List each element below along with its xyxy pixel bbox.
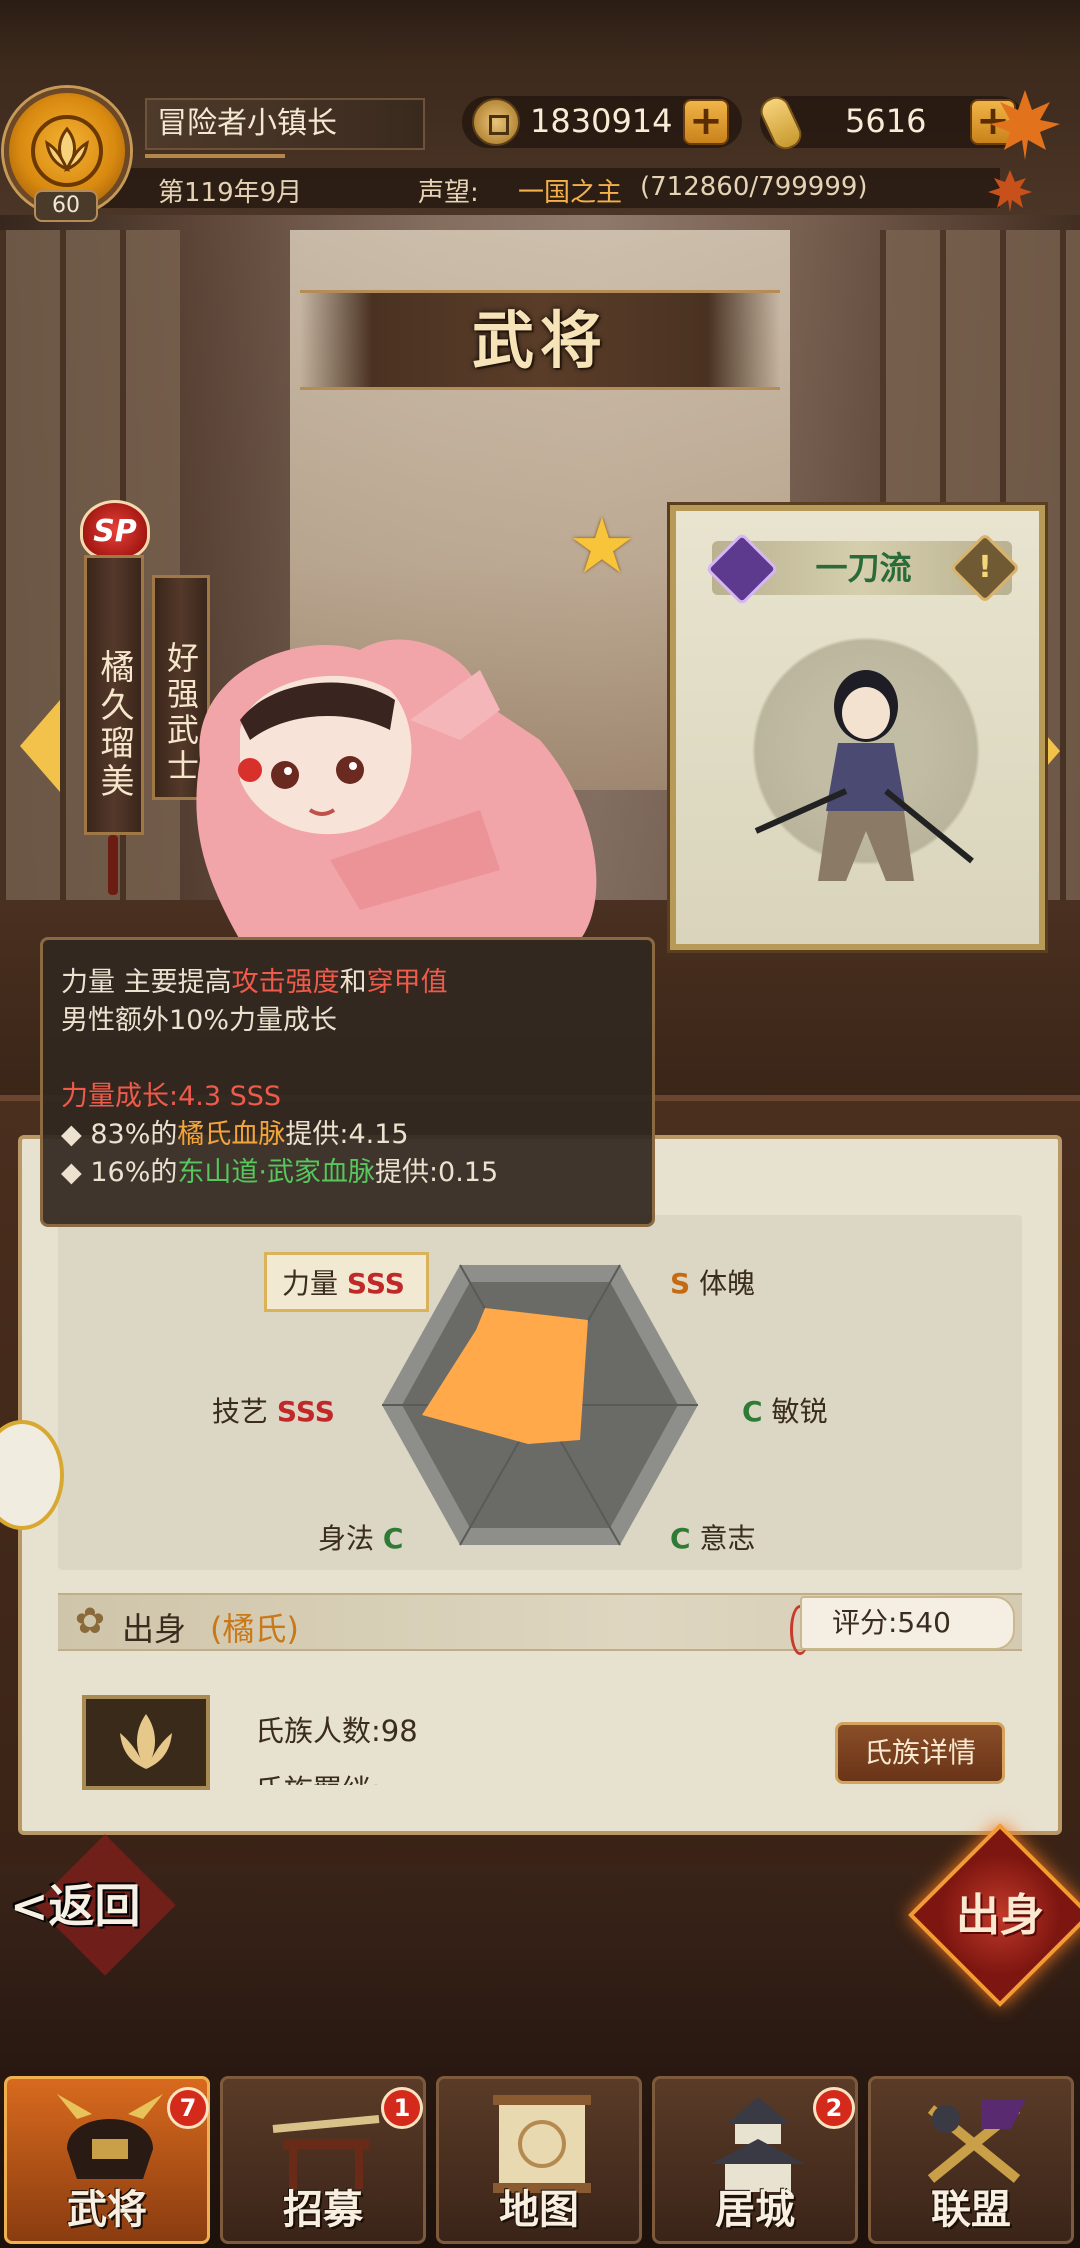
tab-label: 联盟 bbox=[931, 2186, 1011, 2233]
tooltip-text: 力量 主要提高 bbox=[61, 967, 232, 998]
origin-title: 出身 bbox=[122, 1610, 187, 1648]
tab-map[interactable]: 地图 bbox=[436, 2076, 642, 2244]
stat-skill[interactable]: 技艺 SSS bbox=[212, 1390, 335, 1430]
source-suffix: 提供:0.15 bbox=[374, 1157, 499, 1188]
tab-label: 招募 bbox=[283, 2186, 363, 2233]
coin-icon bbox=[472, 98, 520, 146]
stat-perception[interactable]: C 敏锐 bbox=[742, 1390, 827, 1430]
source-clan: 橘氏血脉 bbox=[177, 1119, 286, 1150]
character-portrait[interactable] bbox=[180, 610, 620, 940]
clan-crest-image bbox=[82, 1695, 210, 1790]
stat-label: 身法 bbox=[318, 1522, 375, 1555]
character-name: 橘久瑠美 bbox=[84, 555, 144, 835]
add-coins-button[interactable]: + bbox=[683, 99, 729, 145]
tooltip-line-1: 力量 主要提高攻击强度和穿甲值 bbox=[61, 964, 634, 1002]
notification-badge: 7 bbox=[167, 2087, 209, 2129]
stat-label: 敏锐 bbox=[771, 1395, 828, 1428]
player-level: 60 bbox=[34, 190, 98, 222]
tab-recruit[interactable]: 招募 1 bbox=[220, 2076, 426, 2244]
info-symbol: ! bbox=[978, 550, 992, 585]
tab-label: 居城 bbox=[715, 2186, 795, 2233]
tab-alliance[interactable]: 联盟 bbox=[868, 2076, 1074, 2244]
maple-leaf-decoration bbox=[988, 90, 1060, 212]
notification-badge: 1 bbox=[381, 2087, 423, 2129]
favorite-star-icon[interactable]: ★ bbox=[566, 508, 638, 584]
stat-tooltip: 力量 主要提高攻击强度和穿甲值 男性额外10%力量成长 力量成长:4.3 SSS… bbox=[40, 937, 655, 1227]
player-name[interactable]: 冒险者小镇长 bbox=[145, 98, 425, 150]
reputation-label: 声望: bbox=[418, 178, 479, 208]
stat-radar-chart bbox=[382, 1264, 698, 1546]
tooltip-growth: 力量成长:4.3 SSS bbox=[61, 1078, 634, 1116]
reputation-rank: 一国之主 bbox=[518, 178, 623, 208]
scroll-tassel bbox=[108, 835, 118, 895]
tooltip-line-2: 男性额外10%力量成长 bbox=[61, 1005, 338, 1036]
gold-amount: 5616 bbox=[845, 102, 927, 140]
tooltip-text: 和 bbox=[339, 967, 367, 998]
stat-grade: C bbox=[742, 1395, 763, 1428]
stat-label: 技艺 bbox=[212, 1395, 269, 1428]
skill-card[interactable]: 一刀流 ! bbox=[670, 505, 1045, 950]
tooltip-spacer bbox=[61, 1040, 634, 1078]
chevron-left-icon[interactable] bbox=[20, 700, 60, 792]
origin-score: 评分:540 bbox=[800, 1596, 1015, 1650]
clan-bond-label: 氏族羁绊: bbox=[255, 1767, 381, 1785]
tab-label: 武将 bbox=[67, 2186, 147, 2233]
game-date: 第119年9月 bbox=[158, 178, 303, 208]
growth-value: :4.3 SSS bbox=[169, 1081, 282, 1112]
source-prefix: ◆ 83%的 bbox=[61, 1119, 178, 1150]
stat-grade: SSS bbox=[276, 1395, 335, 1428]
tab-generals[interactable]: 武将 7 bbox=[4, 2076, 210, 2244]
stat-label: 力量 bbox=[282, 1267, 339, 1300]
coin-amount: 1830914 bbox=[530, 102, 673, 140]
page-title-banner: 武将 bbox=[300, 290, 780, 390]
tooltip-highlight: 穿甲值 bbox=[366, 967, 448, 998]
tab-castle[interactable]: 居城 2 bbox=[652, 2076, 858, 2244]
notification-badge: 2 bbox=[813, 2087, 855, 2129]
stat-label: 体魄 bbox=[699, 1267, 756, 1300]
source-clan: 东山道·武家血脉 bbox=[177, 1157, 375, 1188]
samurai-figure bbox=[754, 670, 974, 881]
stat-label: 意志 bbox=[699, 1522, 756, 1555]
clan-crest-icon bbox=[31, 115, 103, 187]
back-button[interactable]: <返回 bbox=[10, 1870, 180, 1940]
source-suffix: 提供:4.15 bbox=[285, 1119, 409, 1150]
clan-crest-icon bbox=[120, 1714, 172, 1769]
growth-label: 力量成长 bbox=[61, 1081, 169, 1112]
exp-bar bbox=[145, 154, 285, 158]
tooltip-highlight: 攻击强度 bbox=[231, 967, 340, 998]
flower-crest-icon: ✿ bbox=[74, 1601, 106, 1642]
origin-clan: (橘氏) bbox=[210, 1610, 299, 1648]
tooltip-source-1: ◆ 83%的橘氏血脉提供:4.15 bbox=[61, 1116, 634, 1154]
source-prefix: ◆ 16%的 bbox=[61, 1157, 178, 1188]
reputation-progress: (712860/799999) bbox=[640, 172, 868, 202]
tab-label: 地图 bbox=[499, 2186, 579, 2233]
origin-action-label[interactable]: 出身 bbox=[930, 1870, 1070, 1962]
tooltip-source-2: ◆ 16%的东山道·武家血脉提供:0.15 bbox=[61, 1154, 634, 1192]
sp-rarity-badge: SP bbox=[80, 500, 150, 560]
clan-details-button[interactable]: 氏族详情 bbox=[835, 1722, 1005, 1784]
clan-member-count: 氏族人数:98 bbox=[255, 1714, 418, 1748]
page-title: 武将 bbox=[471, 304, 608, 377]
